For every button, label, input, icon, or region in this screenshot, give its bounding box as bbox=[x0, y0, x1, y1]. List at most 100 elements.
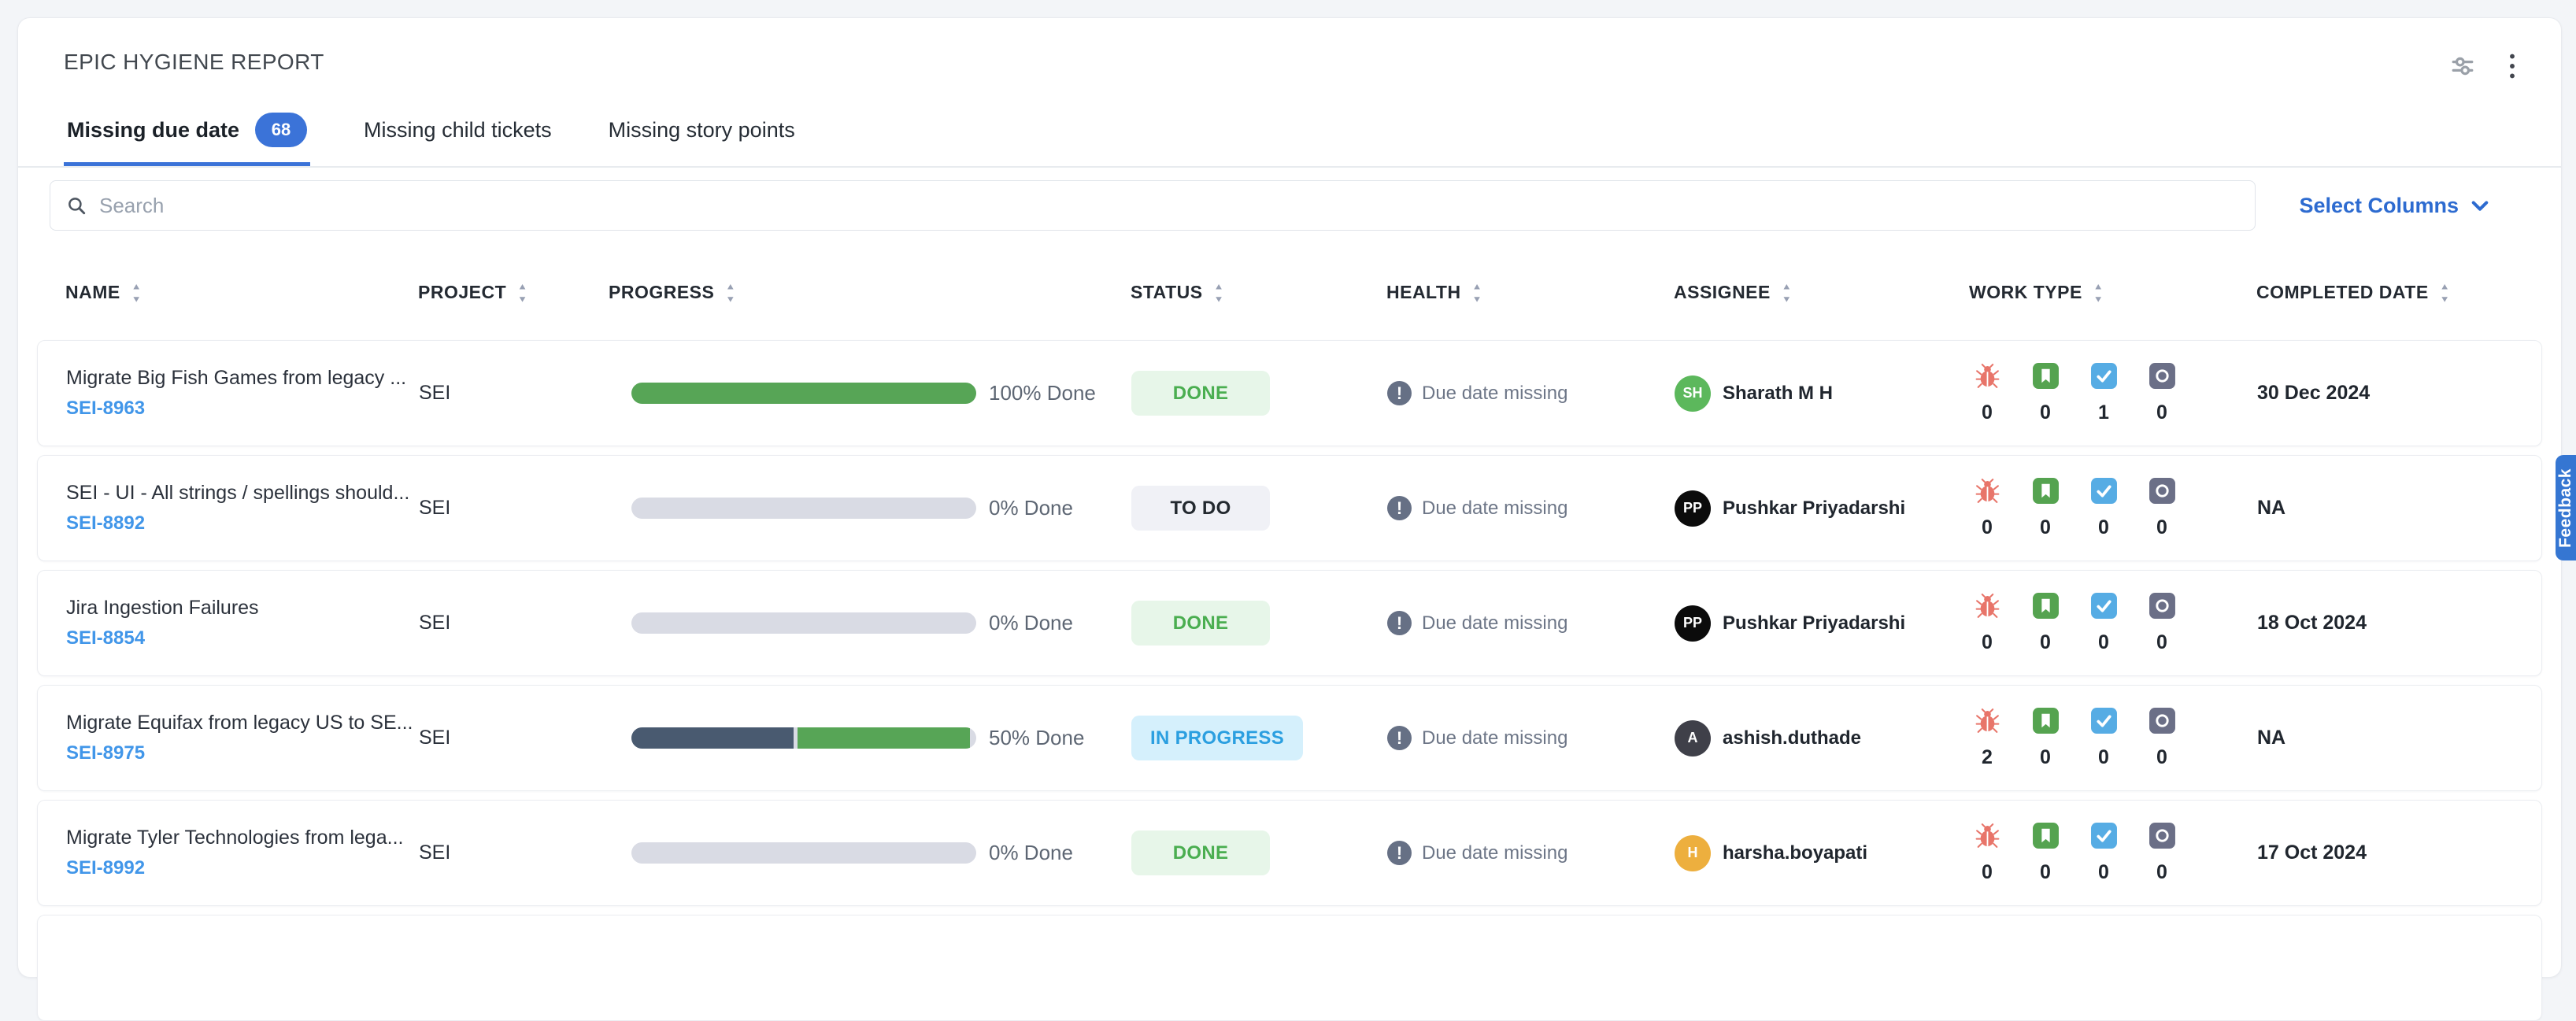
table-row[interactable]: Migrate Equifax from legacy US to SE... S… bbox=[37, 685, 2542, 791]
avatar: A bbox=[1675, 720, 1711, 757]
column-header-status[interactable]: STATUS▲▼ bbox=[1131, 281, 1386, 304]
column-header-project[interactable]: PROJECT▲▼ bbox=[418, 281, 609, 304]
status-cell: IN PROGRESS bbox=[1131, 716, 1387, 760]
epic-key-link[interactable]: SEI-8854 bbox=[66, 627, 145, 649]
status-badge: DONE bbox=[1131, 601, 1270, 646]
column-header-work-type[interactable]: WORK TYPE▲▼ bbox=[1969, 281, 2256, 304]
progress-label: 0% Done bbox=[989, 496, 1073, 520]
sort-icon[interactable]: ▲▼ bbox=[2093, 281, 2104, 304]
epic-key-link[interactable]: SEI-8992 bbox=[66, 857, 145, 879]
task-icon bbox=[2090, 592, 2118, 620]
health-text: Due date missing bbox=[1422, 612, 1567, 634]
column-header-health[interactable]: HEALTH▲▼ bbox=[1386, 281, 1674, 304]
avatar: PP bbox=[1675, 490, 1711, 527]
table-row-partial[interactable] bbox=[37, 915, 2542, 1021]
column-header-completed-date[interactable]: COMPLETED DATE▲▼ bbox=[2256, 281, 2514, 304]
work-type-task: 0 bbox=[2086, 477, 2121, 539]
assignee-name: Pushkar Priyadarshi bbox=[1723, 498, 1905, 520]
task-icon bbox=[2090, 477, 2118, 505]
work-type-count: 0 bbox=[1982, 631, 1993, 654]
assignee-name: Pushkar Priyadarshi bbox=[1723, 612, 1905, 634]
table-row[interactable]: Migrate Tyler Technologies from lega... S… bbox=[37, 800, 2542, 906]
header-toolbar bbox=[2451, 53, 2517, 80]
epic-key-link[interactable]: SEI-8963 bbox=[66, 398, 145, 419]
completed-date-cell: 30 Dec 2024 bbox=[2257, 382, 2513, 405]
tab-missing-story-points[interactable]: Missing story points bbox=[605, 113, 798, 166]
work-type-bug: 0 bbox=[1970, 477, 2004, 539]
assignee-cell: PPPushkar Priyadarshi bbox=[1675, 605, 1970, 642]
status-cell: TO DO bbox=[1131, 486, 1387, 531]
completed-date-cell: NA bbox=[2257, 497, 2513, 520]
work-type-story: 0 bbox=[2028, 362, 2063, 424]
sort-icon[interactable]: ▲▼ bbox=[2440, 281, 2450, 304]
epic-icon bbox=[2149, 707, 2176, 734]
page-title: EPIC HYGIENE REPORT bbox=[64, 50, 324, 75]
table-row[interactable]: Jira Ingestion FailuresSEI-8854SEI0% Don… bbox=[37, 570, 2542, 676]
feedback-tab[interactable]: Feedback bbox=[2556, 455, 2576, 560]
story-icon bbox=[2032, 592, 2060, 620]
assignee-cell: Aashish.duthade bbox=[1675, 720, 1970, 757]
status-badge: DONE bbox=[1131, 830, 1270, 875]
epic-table: NAME▲▼PROJECT▲▼PROGRESS▲▼STATUS▲▼HEALTH▲… bbox=[18, 231, 2561, 1021]
work-type-count: 0 bbox=[2040, 861, 2051, 884]
search-input[interactable] bbox=[99, 194, 2239, 218]
sort-icon[interactable]: ▲▼ bbox=[517, 281, 527, 304]
epic-key-link[interactable]: SEI-8975 bbox=[66, 742, 145, 764]
kebab-menu-icon[interactable] bbox=[2508, 53, 2517, 80]
sort-icon[interactable]: ▲▼ bbox=[1214, 281, 1224, 304]
work-type-epic: 0 bbox=[2145, 362, 2179, 424]
work-type-task: 1 bbox=[2086, 362, 2121, 424]
column-header-name[interactable]: NAME▲▼ bbox=[65, 281, 418, 304]
story-icon bbox=[2032, 362, 2060, 390]
work-type-bug: 0 bbox=[1970, 822, 2004, 884]
progress-cell: 0% Done bbox=[609, 841, 1131, 865]
tab-missing-child-tickets[interactable]: Missing child tickets bbox=[361, 113, 555, 166]
health-text: Due date missing bbox=[1422, 727, 1567, 749]
epic-name: Migrate Big Fish Games from legacy ... bbox=[66, 367, 419, 390]
progress-label: 0% Done bbox=[989, 611, 1073, 635]
select-columns-button[interactable]: Select Columns bbox=[2299, 194, 2490, 218]
column-header-progress[interactable]: PROGRESS▲▼ bbox=[609, 281, 1131, 304]
table-row[interactable]: SEI - UI - All strings / spellings shoul… bbox=[37, 455, 2542, 561]
search-icon bbox=[66, 195, 87, 216]
tab-missing-due-date[interactable]: Missing due date 68 bbox=[64, 113, 310, 166]
epic-key-link[interactable]: SEI-8892 bbox=[66, 512, 145, 534]
work-type-story: 0 bbox=[2028, 592, 2063, 654]
tab-label: Missing due date bbox=[67, 118, 239, 142]
work-type-count: 0 bbox=[2156, 516, 2167, 539]
epic-name: Migrate Equifax from legacy US to SE... bbox=[66, 712, 419, 734]
task-icon bbox=[2090, 362, 2118, 390]
bug-icon bbox=[1974, 822, 2001, 849]
progress-label: 0% Done bbox=[989, 841, 1073, 865]
avatar: SH bbox=[1675, 375, 1711, 412]
sort-icon[interactable]: ▲▼ bbox=[725, 281, 735, 304]
column-header-assignee[interactable]: ASSIGNEE▲▼ bbox=[1674, 281, 1969, 304]
epic-icon bbox=[2149, 822, 2176, 849]
work-type-count: 0 bbox=[2098, 631, 2109, 654]
work-type-count: 0 bbox=[2040, 516, 2051, 539]
work-type-epic: 0 bbox=[2145, 822, 2179, 884]
avatar: H bbox=[1675, 835, 1711, 871]
epic-name: Migrate Tyler Technologies from lega... bbox=[66, 827, 419, 849]
sort-icon[interactable]: ▲▼ bbox=[131, 281, 142, 304]
story-icon bbox=[2032, 822, 2060, 849]
health-cell: !Due date missing bbox=[1387, 841, 1675, 865]
work-type-epic: 0 bbox=[2145, 592, 2179, 654]
status-badge: IN PROGRESS bbox=[1131, 716, 1303, 760]
table-row[interactable]: Migrate Big Fish Games from legacy ... SE… bbox=[37, 340, 2542, 446]
assignee-name: Sharath M H bbox=[1723, 383, 1833, 405]
sort-icon[interactable]: ▲▼ bbox=[1472, 281, 1482, 304]
work-type-cell: 0 0 0 0 bbox=[1970, 477, 2257, 539]
progress-cell: 0% Done bbox=[609, 611, 1131, 635]
name-cell: Migrate Tyler Technologies from lega... S… bbox=[66, 827, 419, 879]
progress-bar bbox=[631, 612, 976, 634]
progress-bar bbox=[631, 842, 976, 864]
epic-name: Jira Ingestion Failures bbox=[66, 597, 419, 620]
search-input-wrapper bbox=[50, 180, 2256, 231]
work-type-cell: 0010 bbox=[1970, 362, 2257, 424]
tab-label: Missing story points bbox=[609, 118, 795, 142]
sort-icon[interactable]: ▲▼ bbox=[1782, 281, 1792, 304]
status-cell: DONE bbox=[1131, 830, 1387, 875]
progress-cell: 0% Done bbox=[609, 496, 1131, 520]
sliders-icon[interactable] bbox=[2451, 54, 2474, 78]
